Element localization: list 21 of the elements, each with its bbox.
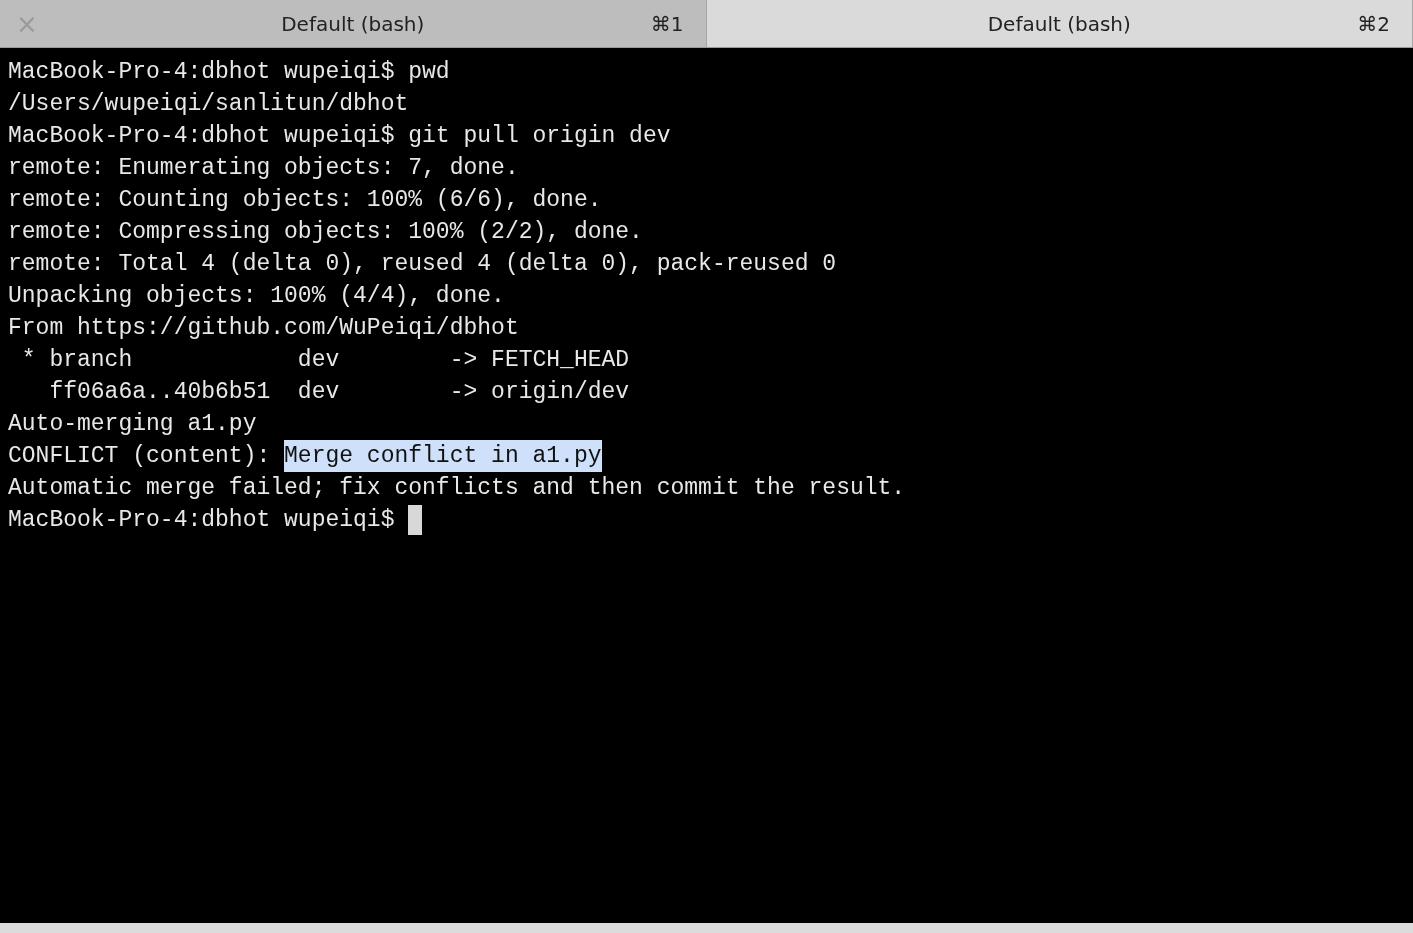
tab-title: Default (bash) bbox=[987, 11, 1131, 36]
tab-shortcut: ⌘1 bbox=[650, 11, 684, 36]
terminal-line: MacBook-Pro-4:dbhot wupeiqi$ bbox=[8, 506, 396, 535]
terminal-line: MacBook-Pro-4:dbhot wupeiqi$ pwd bbox=[8, 58, 450, 87]
terminal-line: Unpacking objects: 100% (4/4), done. bbox=[8, 282, 505, 311]
terminal-line: ff06a6a..40b6b51 dev -> origin/dev bbox=[48, 378, 630, 407]
terminal-line: Automatic merge failed; fix conflicts and then commit the result. bbox=[8, 474, 906, 503]
terminal-line: remote: Compressing objects: 100% (2/2), done. bbox=[8, 218, 643, 247]
terminal-line: remote: Counting objects: 100% (6/6), done. bbox=[8, 186, 602, 215]
terminal-line: * branch dev -> FETCH_HEAD bbox=[20, 346, 630, 375]
terminal-line: MacBook-Pro-4:dbhot wupeiqi$ git pull origin dev bbox=[8, 122, 671, 151]
terminal-line: /Users/wupeiqi/sanlitun/dbhot bbox=[8, 90, 409, 119]
terminal-line: Auto-merging a1.py bbox=[8, 410, 257, 439]
terminal-line: remote: Enumerating objects: 7, done. bbox=[8, 154, 519, 183]
tab-title: Default (bash) bbox=[281, 11, 425, 36]
terminal-line: remote: Total 4 (delta 0), reused 4 (delta 0), pack-reused 0 bbox=[8, 250, 837, 279]
selected-text: Merge conflict in a1.py bbox=[284, 440, 602, 472]
terminal-line: CONFLICT (content): bbox=[8, 442, 272, 471]
tab-shortcut: ⌘2 bbox=[1357, 11, 1390, 36]
terminal-line: From https://github.com/WuPeiqi/dbhot bbox=[8, 314, 519, 343]
terminal-tab[interactable]: × Default (bash) ⌘1 bbox=[0, 0, 707, 47]
